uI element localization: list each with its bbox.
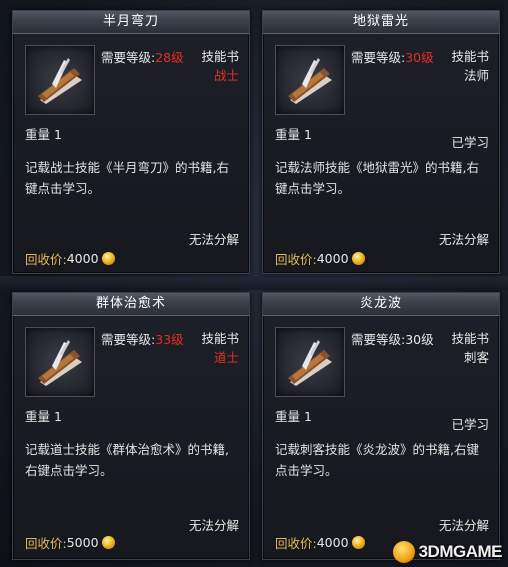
- no-decompose-label: 无法分解: [188, 232, 239, 247]
- skill-book-icon[interactable]: [25, 45, 95, 115]
- item-type: 技能书 法师: [451, 49, 489, 83]
- skill-book-icon[interactable]: [25, 327, 95, 397]
- learned-status: 已学习: [451, 417, 489, 432]
- required-level-value: 33级: [155, 332, 184, 347]
- item-tooltip-1: 半月弯刀 需要等级:28级 技能书 战士 重量 1 记载战士技能《半月弯刀》的书籍…: [12, 10, 250, 274]
- item-title: 地狱雷光: [263, 11, 499, 34]
- required-level-value: 30级: [405, 50, 434, 65]
- recycle-price: 回收价: 4000: [275, 249, 365, 268]
- 3dm-logo-icon: [392, 541, 415, 563]
- item-tooltip-3: 群体治愈术 需要等级:33级 技能书 道士 重量 1 记载道士技能《群体治愈术》的…: [12, 292, 250, 560]
- no-decompose-label: 无法分解: [438, 232, 489, 247]
- recycle-price: 回收价: 4000: [275, 533, 365, 552]
- recycle-price: 回收价: 5000: [25, 533, 115, 552]
- required-level: 需要等级:33级: [101, 332, 184, 347]
- item-title: 炎龙波: [263, 293, 499, 316]
- item-type: 技能书 刺客: [451, 331, 489, 365]
- no-decompose-label: 无法分解: [438, 518, 489, 533]
- watermark-text: 3DMGAME: [418, 542, 503, 561]
- required-level: 需要等级:28级: [101, 50, 184, 65]
- recycle-price: 回收价: 4000: [25, 249, 115, 268]
- required-level-value: 30级: [405, 332, 434, 347]
- learned-status: 已学习: [451, 135, 489, 150]
- class-restriction: 法师: [463, 68, 489, 83]
- gold-coin-icon: [351, 536, 365, 549]
- item-type: 技能书 道士: [201, 331, 239, 365]
- required-level-value: 28级: [155, 50, 184, 65]
- background-divider: [0, 276, 508, 290]
- recycle-price-value: 4000: [316, 535, 349, 550]
- item-tooltip-4: 炎龙波 需要等级:30级 技能书 刺客 重量 1 已学习 记载刺客技能《炎龙波》的…: [262, 292, 500, 560]
- gold-coin-icon: [101, 252, 115, 265]
- item-description: 记载战士技能《半月弯刀》的书籍,右键点击学习。: [25, 160, 229, 196]
- recycle-price-value: 4000: [316, 251, 349, 266]
- item-title: 群体治愈术: [13, 293, 249, 316]
- required-level: 需要等级:30级: [351, 332, 434, 347]
- item-weight: 重量 1: [25, 409, 62, 424]
- class-restriction: 刺客: [463, 350, 489, 365]
- item-tooltip-2: 地狱雷光 需要等级:30级 技能书 法师 重量 1 已学习 记载法师技能《地狱雷光…: [262, 10, 500, 274]
- class-restriction: 战士: [213, 68, 239, 83]
- item-title: 半月弯刀: [13, 11, 249, 34]
- class-restriction: 道士: [213, 350, 239, 365]
- no-decompose-label: 无法分解: [188, 518, 239, 533]
- required-level: 需要等级:30级: [351, 50, 434, 65]
- item-weight: 重量 1: [275, 409, 312, 424]
- recycle-price-value: 5000: [66, 535, 99, 550]
- gold-coin-icon: [351, 252, 365, 265]
- skill-book-icon[interactable]: [275, 45, 345, 115]
- item-description: 记载法师技能《地狱雷光》的书籍,右键点击学习。: [275, 160, 479, 196]
- item-description: 记载道士技能《群体治愈术》的书籍,右键点击学习。: [25, 442, 229, 478]
- skill-book-icon[interactable]: [275, 327, 345, 397]
- recycle-price-value: 4000: [66, 251, 99, 266]
- item-weight: 重量 1: [25, 127, 62, 142]
- item-description: 记载刺客技能《炎龙波》的书籍,右键点击学习。: [275, 442, 479, 478]
- item-type: 技能书 战士: [201, 49, 239, 83]
- gold-coin-icon: [101, 536, 115, 549]
- item-weight: 重量 1: [275, 127, 312, 142]
- watermark: 3DMGAME: [392, 541, 503, 563]
